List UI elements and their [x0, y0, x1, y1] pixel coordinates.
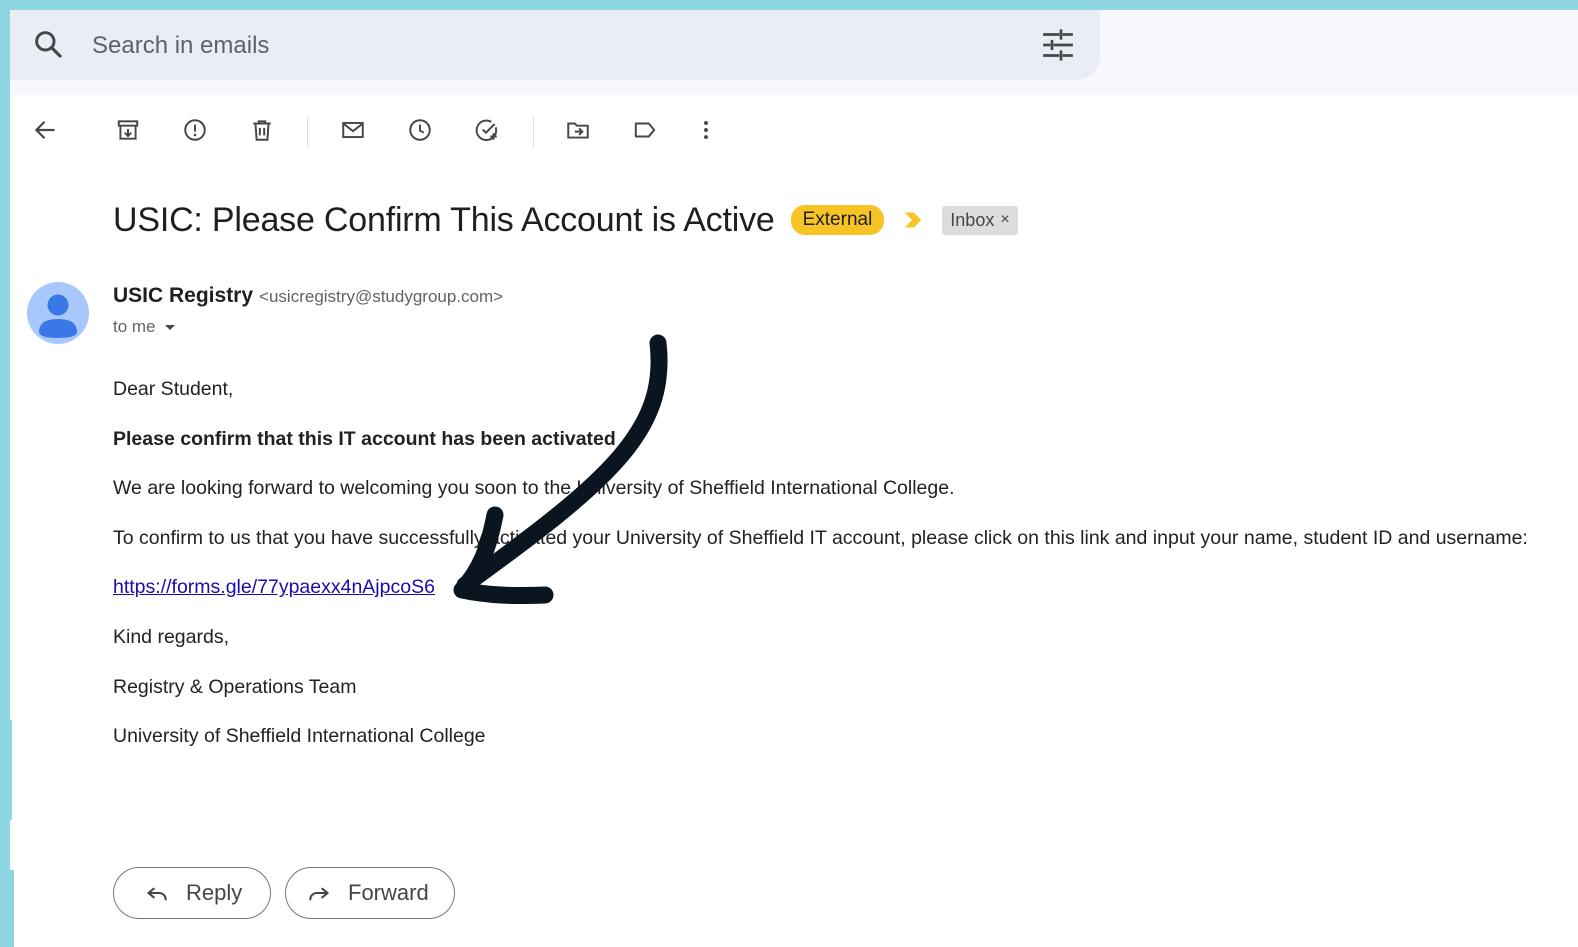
- add-task-button[interactable]: [472, 115, 502, 145]
- search-input[interactable]: [90, 26, 994, 66]
- move-to-button[interactable]: [563, 115, 593, 145]
- background-decoration: [0, 720, 12, 820]
- email-viewer: USIC: Please Confirm This Account is Act…: [10, 10, 1578, 947]
- body-line-confirm: To confirm to us that you have successfu…: [113, 526, 1528, 549]
- folder-move-icon: [567, 122, 589, 139]
- message-toolbar: [10, 105, 770, 155]
- mark-unread-button[interactable]: [338, 115, 368, 145]
- signature-college: University of Sheffield International Co…: [113, 725, 486, 748]
- forward-icon: [309, 887, 329, 901]
- signature-team: Registry & Operations Team: [113, 675, 357, 698]
- mail-icon: [342, 121, 364, 139]
- forward-label: Forward: [348, 880, 429, 905]
- archive-icon: [117, 120, 139, 140]
- clock-icon: [409, 119, 431, 141]
- arrow-left-icon: [35, 121, 55, 139]
- report-spam-button[interactable]: [180, 115, 210, 145]
- email-subject: USIC: Please Confirm This Account is Act…: [113, 200, 775, 239]
- body-line-welcome: We are looking forward to welcoming you …: [113, 477, 955, 500]
- tune-icon[interactable]: [1040, 27, 1076, 63]
- closing-line: Kind regards,: [113, 625, 229, 648]
- sender-row: USIC Registry <usicregistry@studygroup.c…: [113, 284, 503, 308]
- sender-avatar[interactable]: [27, 282, 89, 344]
- more-options-button[interactable]: [691, 115, 721, 145]
- labels-button[interactable]: [630, 115, 660, 145]
- top-bar: [10, 10, 1578, 95]
- report-icon: [184, 119, 206, 141]
- external-badge: External: [790, 205, 885, 235]
- link-paragraph: https://forms.gle/77ypaexx4nAjpcoS6: [113, 573, 1573, 623]
- inbox-label-text: Inbox: [950, 209, 995, 230]
- trash-icon: [253, 120, 271, 141]
- greeting-line: Dear Student,: [113, 378, 234, 400]
- search-icon[interactable]: [32, 28, 64, 60]
- toolbar-divider: [533, 117, 534, 147]
- phishing-link[interactable]: https://forms.gle/77ypaexx4nAjpcoS6: [113, 576, 435, 598]
- remove-label-icon[interactable]: ×: [1000, 211, 1009, 229]
- sender-name[interactable]: USIC Registry: [113, 284, 253, 308]
- email-body: Dear Student, Please confirm that this I…: [113, 375, 1573, 772]
- delete-button[interactable]: [247, 115, 277, 145]
- recipient-text: to me: [113, 317, 156, 336]
- label-icon: [634, 122, 656, 138]
- snooze-button[interactable]: [405, 115, 435, 145]
- reply-icon: [147, 887, 167, 901]
- reply-actions: Reply Forward: [113, 867, 469, 919]
- bold-instruction-line: Please confirm that this IT account has …: [113, 427, 616, 450]
- more-vert-icon: [704, 121, 708, 139]
- reply-label: Reply: [186, 880, 243, 905]
- importance-marker-icon[interactable]: [902, 209, 924, 231]
- subject-row: USIC: Please Confirm This Account is Act…: [113, 195, 1018, 245]
- reply-button[interactable]: Reply: [113, 867, 271, 919]
- back-button[interactable]: [30, 115, 60, 145]
- background-decoration: [0, 870, 14, 947]
- chevron-down-icon: [164, 325, 175, 330]
- search-bar[interactable]: [10, 10, 1100, 80]
- sender-email: <usicregistry@studygroup.com>: [259, 287, 504, 306]
- add-task-icon: [475, 119, 498, 141]
- archive-button[interactable]: [113, 115, 143, 145]
- recipient-details-toggle[interactable]: to me: [113, 317, 178, 337]
- toolbar-divider: [307, 117, 308, 147]
- inbox-label-chip[interactable]: Inbox ×: [942, 205, 1018, 235]
- forward-button[interactable]: Forward: [285, 867, 455, 919]
